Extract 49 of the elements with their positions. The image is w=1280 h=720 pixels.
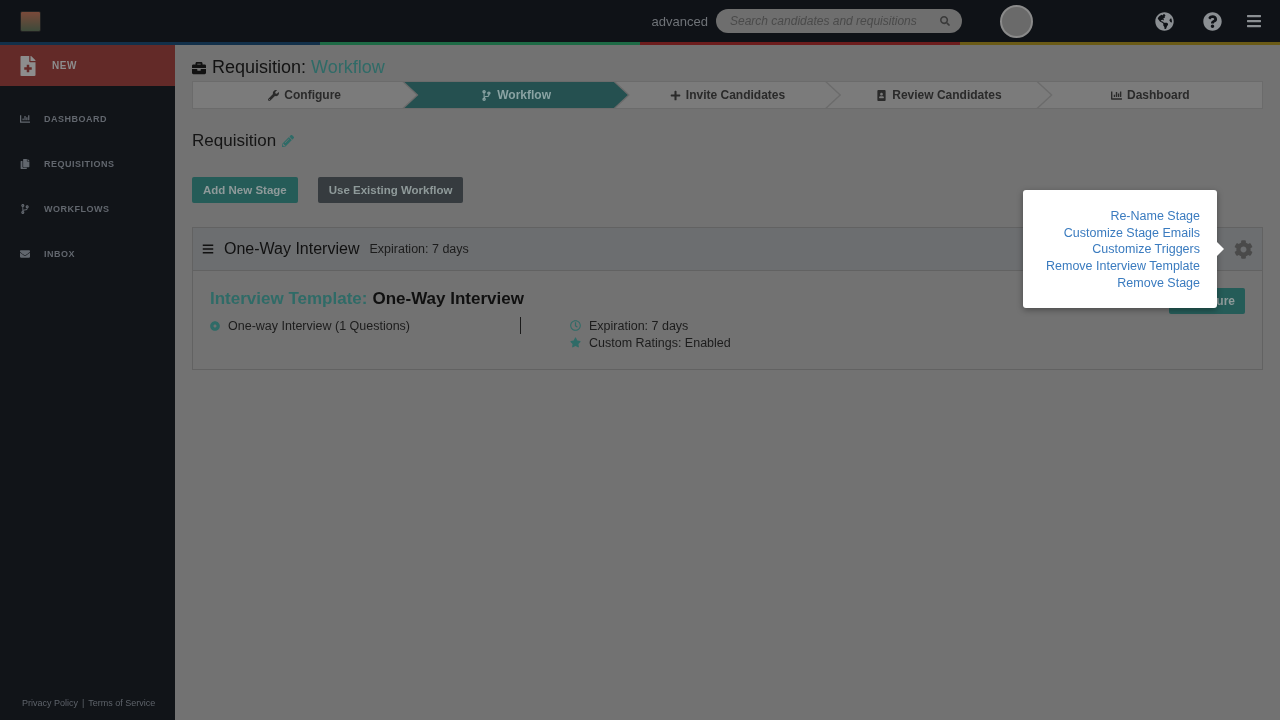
wizard-step[interactable]: Workflow <box>404 82 628 108</box>
wizard-step[interactable]: Invite Candidates <box>615 82 840 108</box>
drag-handle-icon[interactable] <box>202 243 214 255</box>
new-file-icon <box>18 55 38 76</box>
stage-detail: Custom Ratings: Enabled <box>589 335 731 350</box>
action-button[interactable]: Use Existing Workflow <box>317 177 464 203</box>
page-title: Requisition: Workflow <box>212 57 385 78</box>
footer-link[interactable]: Privacy Policy <box>22 698 78 708</box>
help-icon[interactable] <box>1203 11 1222 31</box>
wizard-step[interactable]: Configure <box>193 82 417 108</box>
logo-icon <box>20 10 41 32</box>
menu-icon[interactable] <box>1246 13 1262 29</box>
footer-separator: | <box>82 698 85 708</box>
envelope-icon <box>20 248 30 259</box>
question-summary: One-way Interview (1 Questions) <box>228 318 410 333</box>
documents-icon <box>20 158 30 169</box>
globe-icon[interactable] <box>1155 11 1174 31</box>
menu-item[interactable]: Remove Stage <box>1117 274 1200 292</box>
template-title: Interview Template: One-Way Interview <box>210 289 524 309</box>
search-icon <box>940 16 950 26</box>
stage-detail: Expiration: 7 days <box>589 318 689 333</box>
wizard-step[interactable]: Dashboard <box>1038 82 1263 108</box>
sidebar-item[interactable]: DASHBOARD <box>0 96 175 141</box>
stage-expiration: Expiration: 7 days <box>369 242 469 256</box>
mode-label: advanced <box>651 13 708 29</box>
stage-title: One-Way Interview <box>224 240 360 258</box>
sidebar-item[interactable]: NEW <box>0 45 175 86</box>
branch-icon <box>481 89 493 101</box>
clock-icon <box>570 320 581 331</box>
avatar[interactable] <box>1000 4 1033 38</box>
footer-link[interactable]: Terms of Service <box>88 698 156 708</box>
bar-chart-icon <box>1111 89 1122 101</box>
sidebar-item[interactable]: WORKFLOWS <box>0 186 175 231</box>
branch-icon <box>20 203 30 214</box>
sidebar-item[interactable]: INBOX <box>0 231 175 276</box>
sidebar-item[interactable]: REQUISITIONS <box>0 141 175 186</box>
briefcase-icon <box>192 60 206 75</box>
menu-item[interactable]: Remove Interview Template <box>1046 258 1200 275</box>
star-icon <box>570 337 581 348</box>
menu-item[interactable]: Customize Triggers <box>1092 241 1200 259</box>
wizard-step[interactable]: Review Candidates <box>827 82 1051 108</box>
menu-item[interactable]: Re-Name Stage <box>1110 208 1200 225</box>
requisition-name: Requisition <box>192 131 277 151</box>
bar-chart-icon <box>20 113 30 124</box>
wrench-icon <box>268 89 280 101</box>
plus-icon <box>669 89 681 101</box>
portrait-icon <box>876 89 888 101</box>
action-button[interactable]: Add New Stage <box>192 177 298 203</box>
menu-item[interactable]: Customize Stage Emails <box>1063 224 1200 242</box>
